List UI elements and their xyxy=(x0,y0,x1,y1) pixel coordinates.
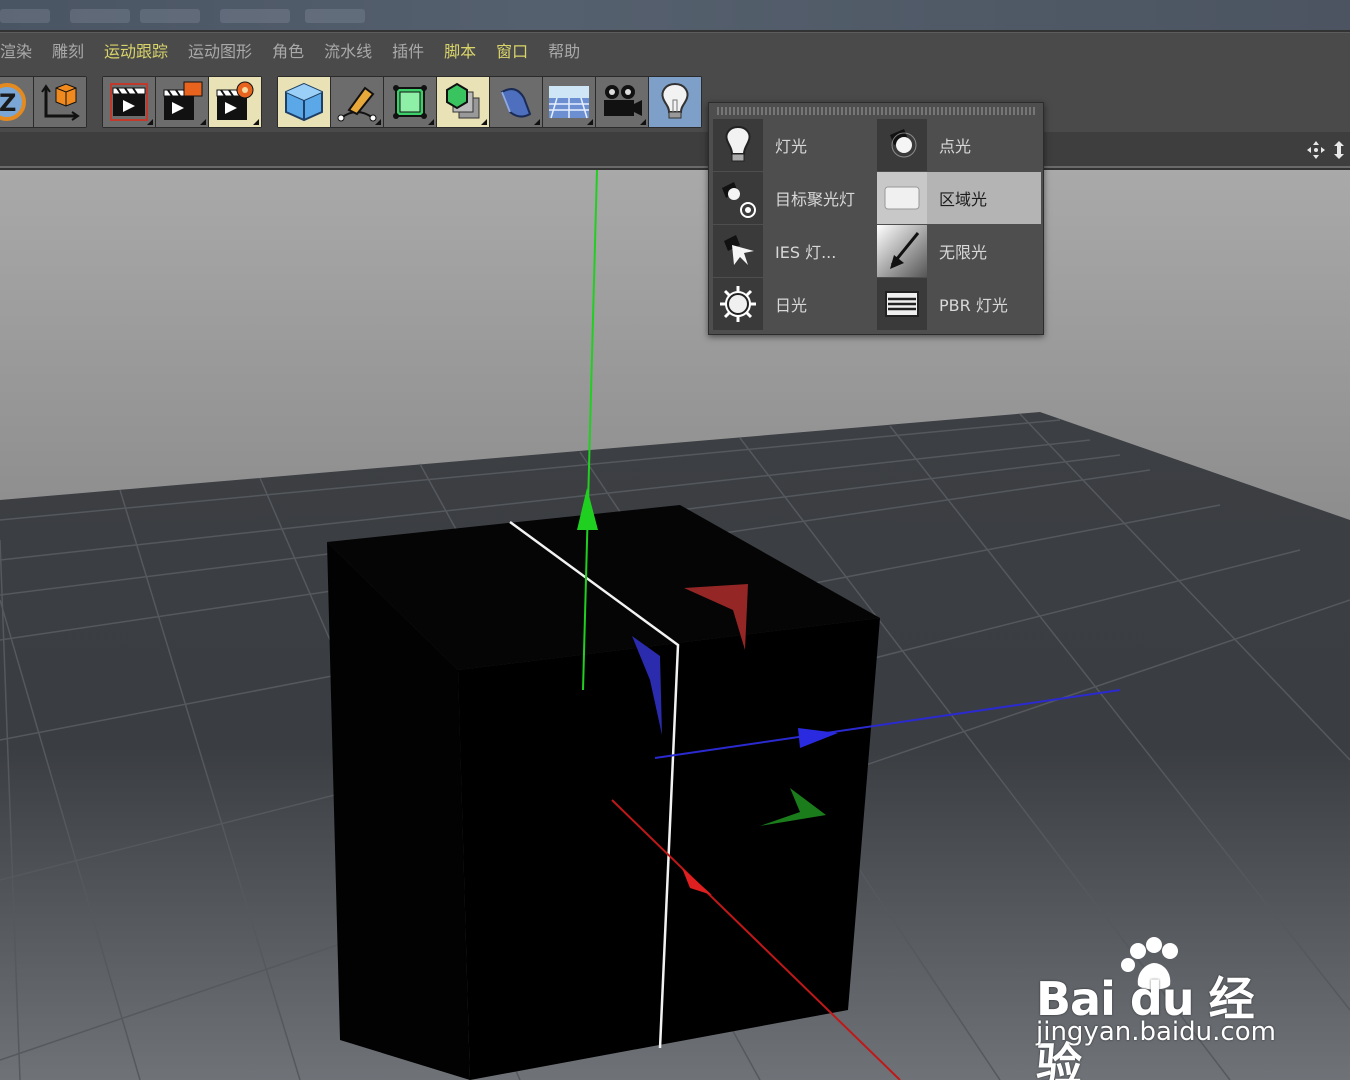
sun-icon xyxy=(713,278,763,330)
popup-item-area-light[interactable]: 区域光 xyxy=(877,172,1041,224)
z-axis-button[interactable]: Z xyxy=(0,77,33,127)
popup-item-point-light[interactable]: 点光 xyxy=(877,119,1041,171)
popup-item-ies-light[interactable]: IES 灯... xyxy=(713,225,877,277)
baidu-watermark: Bai du 经验 jingyan.baidu.com xyxy=(1030,935,1290,1080)
popup-item-light[interactable]: 灯光 xyxy=(713,119,877,171)
zoom-view-icon[interactable] xyxy=(1332,140,1346,160)
render-settings-button[interactable] xyxy=(209,77,261,127)
deformer-button[interactable] xyxy=(490,77,542,127)
spot-light-icon xyxy=(877,119,927,171)
render-active-button[interactable] xyxy=(156,77,208,127)
coordinate-system-icon xyxy=(41,83,80,121)
array-icon xyxy=(446,82,480,119)
menu-sculpt[interactable]: 雕刻 xyxy=(42,33,94,71)
pen-icon xyxy=(337,86,377,122)
watermark-url: jingyan.baidu.com xyxy=(1036,1017,1276,1047)
popup-label: IES 灯... xyxy=(775,243,837,262)
title-tab[interactable] xyxy=(305,9,365,23)
main-toolbar: Z xyxy=(0,70,1350,132)
infinite-light-icon xyxy=(877,225,927,277)
render-active-icon xyxy=(163,81,203,120)
render-settings-icon xyxy=(216,81,254,120)
menu-pipeline[interactable]: 流水线 xyxy=(314,33,382,71)
render-view-icon xyxy=(110,83,148,121)
array-button[interactable] xyxy=(437,77,489,127)
render-view-button[interactable] xyxy=(103,77,155,127)
popup-item-target-spot[interactable]: 目标聚光灯 xyxy=(713,172,877,224)
floor-icon xyxy=(549,86,589,119)
popup-item-pbr-light[interactable]: PBR 灯光 xyxy=(877,278,1041,330)
camera-button[interactable] xyxy=(596,77,648,127)
light-button[interactable] xyxy=(649,77,701,127)
light-popup-palette: 灯光 点光 目标聚光灯 区域光 IES 灯... 无限光 日光 PBR 灯光 xyxy=(708,102,1044,335)
viewport-header xyxy=(0,132,1350,168)
camera-icon xyxy=(604,85,642,116)
toolbar-group-render xyxy=(102,76,262,128)
menu-plugins[interactable]: 插件 xyxy=(382,33,434,71)
bulb-icon xyxy=(713,119,763,171)
subdivision-icon xyxy=(393,85,427,119)
viewport-nav-icons xyxy=(1306,140,1346,160)
coordinate-system-button[interactable] xyxy=(34,77,86,127)
popup-label: PBR 灯光 xyxy=(939,296,1008,315)
title-tab[interactable] xyxy=(70,9,130,23)
z-axis-icon: Z xyxy=(0,83,26,121)
pbr-light-icon xyxy=(877,278,927,330)
menu-mograph[interactable]: 运动图形 xyxy=(178,33,262,71)
target-spot-icon xyxy=(713,172,763,224)
cube-icon xyxy=(285,82,323,122)
menu-character[interactable]: 角色 xyxy=(262,33,314,71)
menu-render[interactable]: 渲染 xyxy=(0,33,42,71)
popup-label: 灯光 xyxy=(775,137,808,156)
deformer-icon xyxy=(500,88,532,118)
cube-object xyxy=(327,505,880,1080)
title-tab[interactable] xyxy=(0,9,50,23)
menu-motion-tracking[interactable]: 运动跟踪 xyxy=(94,33,178,71)
menu-help[interactable]: 帮助 xyxy=(538,33,590,71)
pen-button[interactable] xyxy=(331,77,383,127)
popup-label: 日光 xyxy=(775,296,808,315)
title-tab[interactable] xyxy=(220,9,290,23)
palette-drag-grip[interactable] xyxy=(717,107,1035,115)
light-icon xyxy=(661,82,689,119)
toolbar-group-create xyxy=(277,76,702,128)
svg-text:Z: Z xyxy=(0,89,16,117)
popup-label: 目标聚光灯 xyxy=(775,190,856,209)
ies-light-icon xyxy=(713,225,763,277)
popup-label: 区域光 xyxy=(939,190,988,209)
floor-button[interactable] xyxy=(543,77,595,127)
window-title-bar xyxy=(0,0,1350,30)
popup-item-sun[interactable]: 日光 xyxy=(713,278,877,330)
menu-window[interactable]: 窗口 xyxy=(486,33,538,71)
menu-script[interactable]: 脚本 xyxy=(434,33,486,71)
title-tab[interactable] xyxy=(140,9,200,23)
popup-item-infinite-light[interactable]: 无限光 xyxy=(877,225,1041,277)
popup-label: 无限光 xyxy=(939,243,988,262)
subdivision-button[interactable] xyxy=(384,77,436,127)
move-view-icon[interactable] xyxy=(1306,140,1326,160)
main-menu-bar: 渲染 雕刻 运动跟踪 运动图形 角色 流水线 插件 脚本 窗口 帮助 xyxy=(0,32,1350,70)
toolbar-group-coords: Z xyxy=(0,76,87,128)
cube-button[interactable] xyxy=(278,77,330,127)
popup-label: 点光 xyxy=(939,137,972,156)
area-light-icon xyxy=(877,172,927,224)
